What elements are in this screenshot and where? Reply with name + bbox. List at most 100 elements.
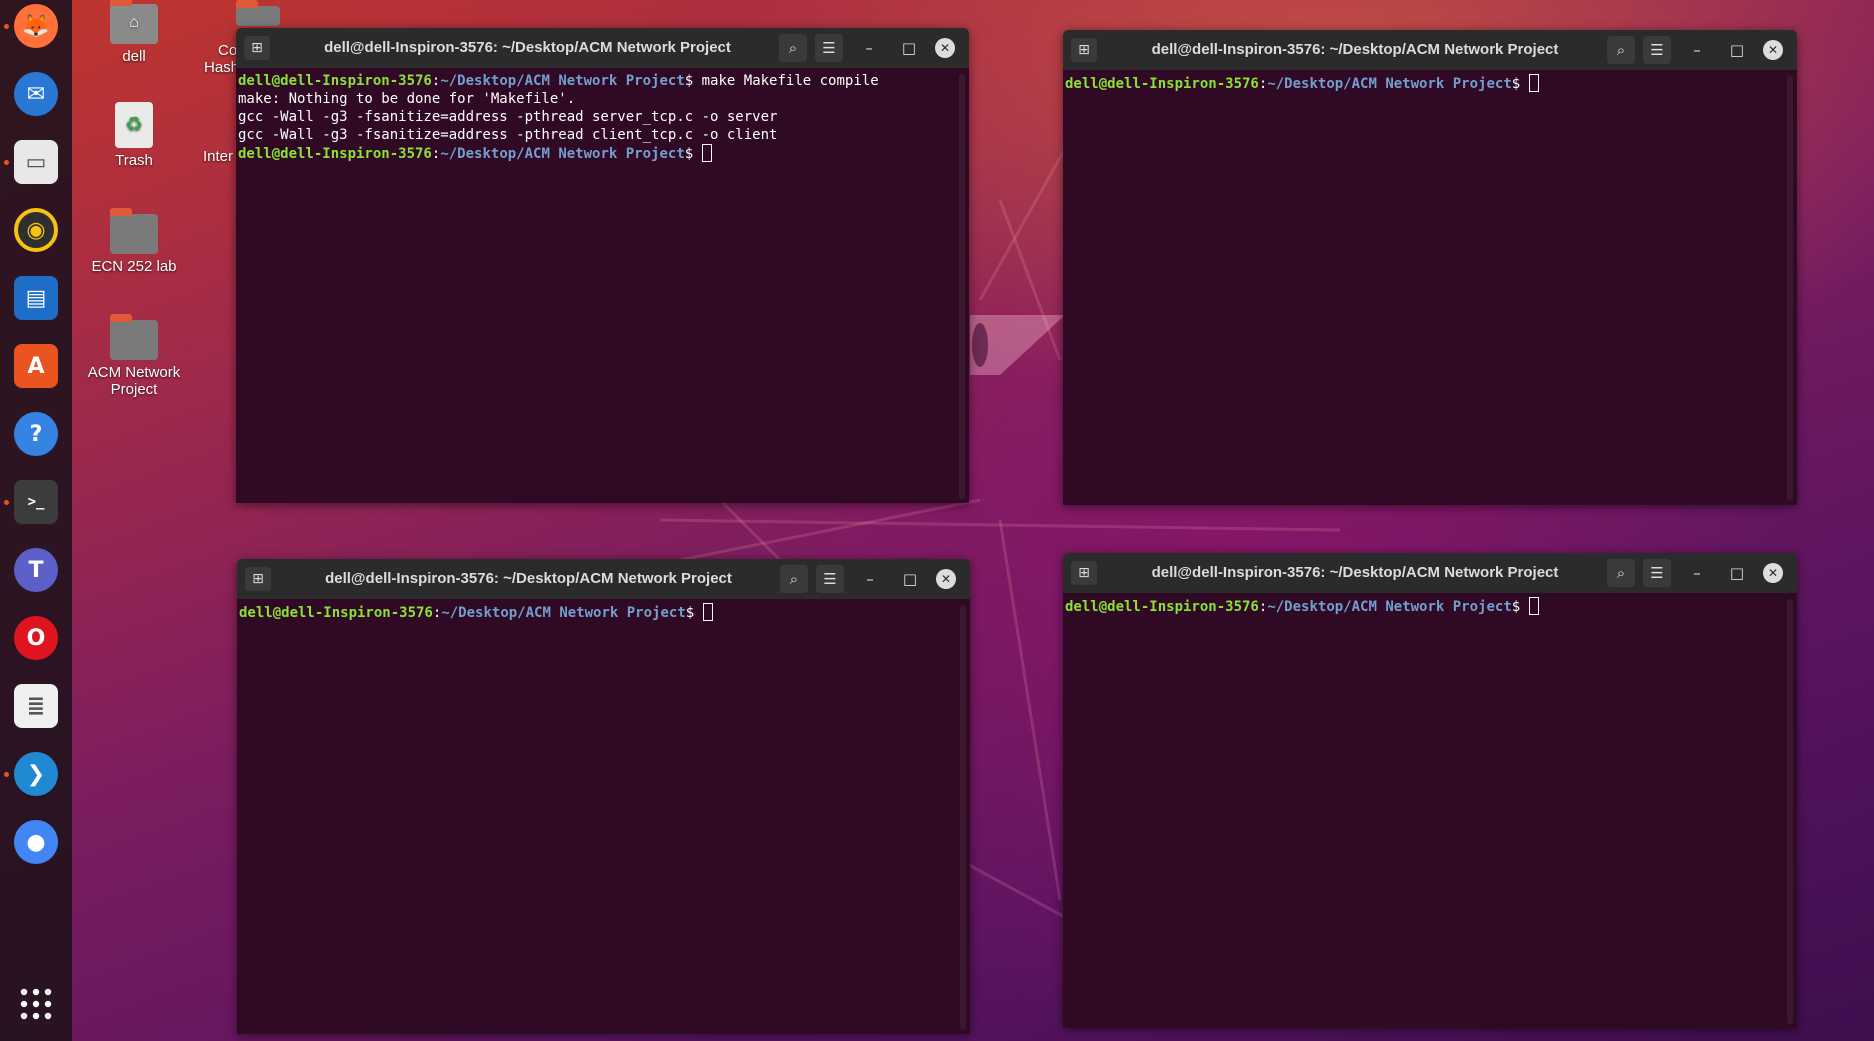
close-icon[interactable]: ✕ (1763, 40, 1783, 60)
ubuntu-software-icon: A (14, 344, 58, 388)
minimize-icon[interactable]: – (1683, 559, 1711, 587)
prompt-line: dell@dell-Inspiron-3576:~/Desktop/ACM Ne… (238, 72, 967, 90)
text-cursor (701, 144, 712, 162)
prompt-user: dell@dell-Inspiron-3576 (1065, 599, 1259, 615)
prompt-user: dell@dell-Inspiron-3576 (238, 146, 432, 162)
desktop-icon-label: Trash (115, 152, 153, 169)
maximize-icon[interactable]: □ (1723, 559, 1751, 587)
scrollbar[interactable] (1787, 76, 1793, 501)
terminal-output[interactable]: dell@dell-Inspiron-3576:~/Desktop/ACM Ne… (236, 68, 969, 167)
window-title: dell@dell-Inspiron-3576: ~/Desktop/ACM N… (1151, 564, 1559, 581)
new-tab-icon[interactable]: ⊞ (244, 36, 270, 60)
window-title: dell@dell-Inspiron-3576: ~/Desktop/ACM N… (1151, 41, 1559, 58)
prompt-line: dell@dell-Inspiron-3576:~/Desktop/ACM Ne… (1065, 74, 1795, 93)
dock-item[interactable]: ≣ (12, 682, 60, 730)
maximize-icon[interactable]: □ (1723, 36, 1751, 64)
terminal-window[interactable]: ⊞ dell@dell-Inspiron-3576: ~/Desktop/ACM … (236, 28, 969, 503)
text-cursor (1528, 74, 1539, 92)
terminal-output[interactable]: dell@dell-Inspiron-3576:~/Desktop/ACM Ne… (1063, 593, 1797, 620)
output-line: make: Nothing to be done for 'Makefile'. (238, 91, 576, 107)
desktop-icon-ecn-252-lab[interactable]: ECN 252 lab (79, 208, 189, 275)
terminal-output[interactable]: dell@dell-Inspiron-3576:~/Desktop/ACM Ne… (1063, 70, 1797, 97)
dock-item[interactable]: ▤ (12, 274, 60, 322)
minimize-icon[interactable]: – (855, 34, 883, 62)
terminal-output[interactable]: dell@dell-Inspiron-3576:~/Desktop/ACM Ne… (237, 599, 970, 626)
hamburger-menu-icon[interactable]: ☰ (1643, 559, 1671, 587)
dock-item[interactable]: ▭ (12, 138, 60, 186)
output-line: gcc -Wall -g3 -fsanitize=address -pthrea… (238, 127, 778, 143)
dock-item[interactable]: 🦊 (12, 2, 60, 50)
minimize-icon[interactable]: – (1683, 36, 1711, 64)
new-tab-icon[interactable]: ⊞ (1071, 561, 1097, 585)
hamburger-menu-icon[interactable]: ☰ (815, 34, 843, 62)
command-text (1520, 76, 1528, 92)
dock-item[interactable]: A (12, 342, 60, 390)
prompt-user: dell@dell-Inspiron-3576 (238, 73, 432, 89)
dock-item[interactable]: T (12, 546, 60, 594)
terminal-window[interactable]: ⊞ dell@dell-Inspiron-3576: ~/Desktop/ACM … (1063, 30, 1797, 505)
desktop-icon-label: dell (122, 48, 146, 65)
scrollbar[interactable] (1787, 599, 1793, 1024)
thunderbird-icon: ✉ (14, 72, 58, 116)
prompt-line: dell@dell-Inspiron-3576:~/Desktop/ACM Ne… (239, 603, 968, 622)
dock-item[interactable]: ❯ (12, 750, 60, 798)
libreoffice-writer-icon: ▤ (14, 276, 58, 320)
prompt-user: dell@dell-Inspiron-3576 (239, 605, 433, 621)
hamburger-menu-icon[interactable]: ☰ (816, 565, 844, 593)
firefox-icon: 🦊 (14, 4, 58, 48)
prompt-path: ~/Desktop/ACM Network Project (441, 605, 686, 621)
folder-icon[interactable] (236, 0, 280, 26)
prompt-path: ~/Desktop/ACM Network Project (440, 73, 685, 89)
dock-item[interactable]: ✉ (12, 70, 60, 118)
maximize-icon[interactable]: □ (896, 565, 924, 593)
dock-item[interactable]: ● (12, 818, 60, 866)
search-icon[interactable]: ⌕ (780, 565, 808, 593)
terminal-icon: >_ (14, 480, 58, 524)
files-icon: ▭ (14, 140, 58, 184)
search-icon[interactable]: ⌕ (1607, 559, 1635, 587)
window-title: dell@dell-Inspiron-3576: ~/Desktop/ACM N… (325, 570, 732, 587)
prompt-path: ~/Desktop/ACM Network Project (1267, 76, 1512, 92)
desktop-icon-trash[interactable]: ♻ Trash (79, 102, 189, 169)
close-icon[interactable]: ✕ (936, 569, 956, 589)
close-icon[interactable]: ✕ (1763, 563, 1783, 583)
window-titlebar[interactable]: ⊞ dell@dell-Inspiron-3576: ~/Desktop/ACM … (237, 559, 970, 599)
prompt-line: dell@dell-Inspiron-3576:~/Desktop/ACM Ne… (1065, 597, 1795, 616)
command-text (694, 605, 702, 621)
terminal-window[interactable]: ⊞ dell@dell-Inspiron-3576: ~/Desktop/ACM … (237, 559, 970, 1034)
desktop-icon-acm-network-project[interactable]: ACM Network Project (79, 314, 189, 398)
window-titlebar[interactable]: ⊞ dell@dell-Inspiron-3576: ~/Desktop/ACM … (236, 28, 969, 68)
close-icon[interactable]: ✕ (935, 38, 955, 58)
scrollbar[interactable] (959, 74, 965, 499)
dock-item[interactable]: ◉ (12, 206, 60, 254)
minimize-icon[interactable]: – (856, 565, 884, 593)
grid-icon (20, 988, 52, 1020)
running-indicator (4, 160, 9, 165)
dock-item[interactable]: ? (12, 410, 60, 458)
hamburger-menu-icon[interactable]: ☰ (1643, 36, 1671, 64)
show-applications-icon[interactable] (12, 980, 60, 1028)
maximize-icon[interactable]: □ (895, 34, 923, 62)
window-titlebar[interactable]: ⊞ dell@dell-Inspiron-3576: ~/Desktop/ACM … (1063, 30, 1797, 70)
new-tab-icon[interactable]: ⊞ (245, 567, 271, 591)
search-icon[interactable]: ⌕ (779, 34, 807, 62)
document-viewer-icon: ≣ (14, 684, 58, 728)
desktop-icon-label-partial: Co (218, 42, 238, 59)
dock: 🦊 ✉ ▭ ◉ ▤ A? >_ T O ≣ ❯ ● (0, 0, 72, 1041)
command-text (693, 146, 701, 162)
window-titlebar[interactable]: ⊞ dell@dell-Inspiron-3576: ~/Desktop/ACM … (1063, 553, 1797, 593)
vscode-icon: ❯ (14, 752, 58, 796)
prompt-path: ~/Desktop/ACM Network Project (440, 146, 685, 162)
desktop-icon-home[interactable]: ⌂ dell (79, 0, 189, 65)
desktop-icon-label: ACM Network Project (87, 364, 181, 398)
text-cursor (1528, 597, 1539, 615)
dock-item[interactable]: O (12, 614, 60, 662)
dock-item[interactable]: >_ (12, 478, 60, 526)
text-cursor (702, 603, 713, 621)
search-icon[interactable]: ⌕ (1607, 36, 1635, 64)
new-tab-icon[interactable]: ⊞ (1071, 38, 1097, 62)
terminal-window[interactable]: ⊞ dell@dell-Inspiron-3576: ~/Desktop/ACM … (1063, 553, 1797, 1028)
prompt-dollar: $ (684, 146, 694, 162)
scrollbar[interactable] (960, 605, 966, 1030)
prompt-dollar: $ (1511, 599, 1521, 615)
